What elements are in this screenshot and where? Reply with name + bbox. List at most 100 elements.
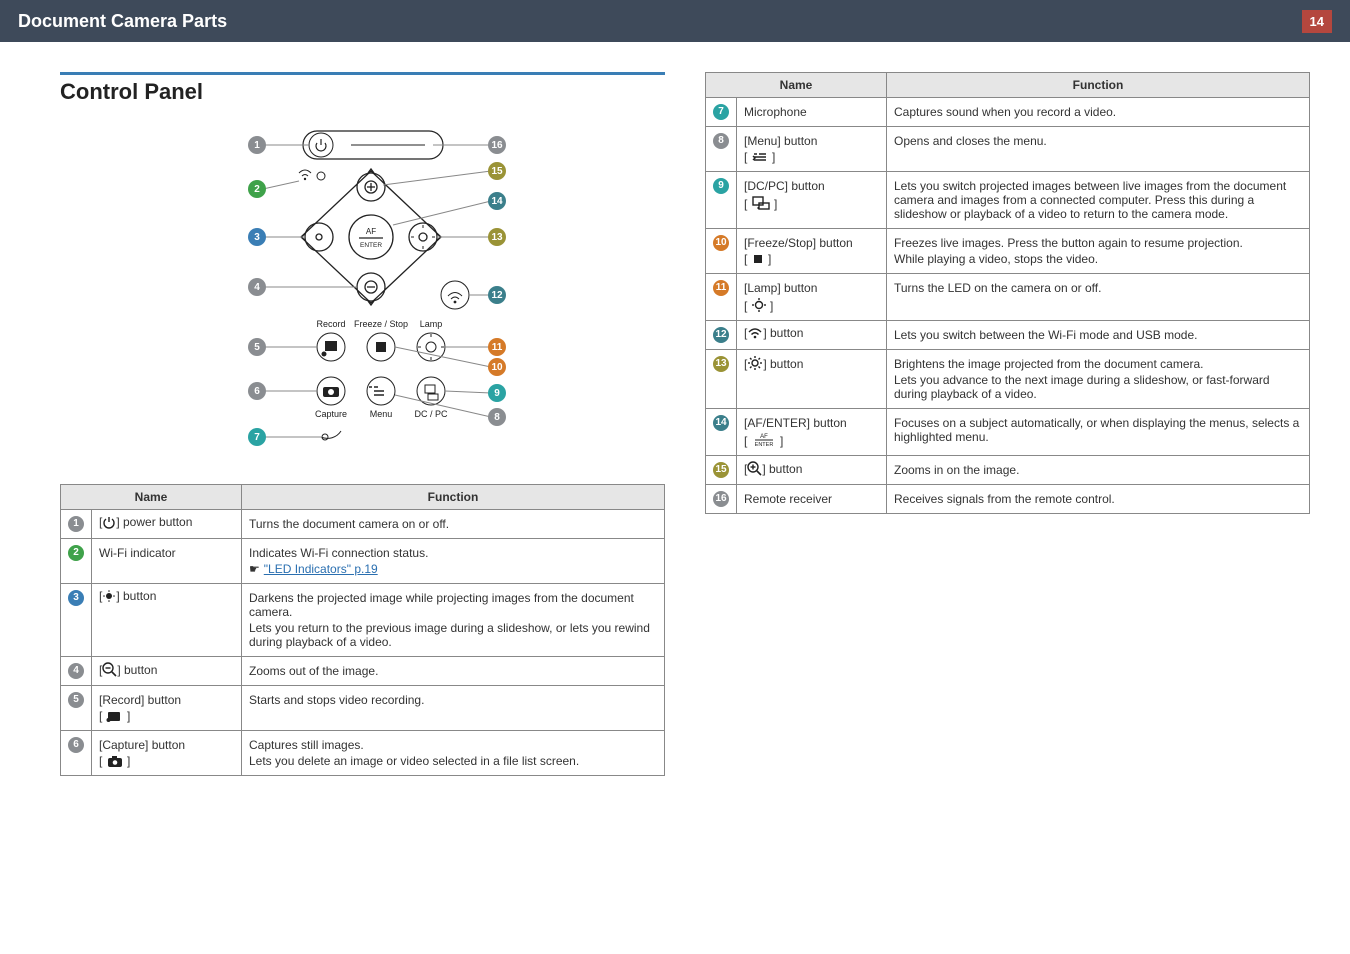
item-name: [] button	[737, 321, 887, 350]
svg-text:AF: AF	[365, 227, 375, 236]
item-name: [] button	[737, 456, 887, 485]
item-number-badge: 7	[713, 104, 729, 120]
svg-text:10: 10	[491, 362, 503, 373]
item-name: [DC/PC] button[ ]	[737, 172, 887, 229]
svg-text:8: 8	[494, 412, 500, 423]
item-number-badge: 11	[713, 280, 729, 296]
item-number-badge: 5	[68, 692, 84, 708]
item-function: Receives signals from the remote control…	[887, 485, 1310, 514]
table-row: 1 [] power buttonTurns the document camer…	[61, 510, 665, 539]
table-row: 6 [Capture] button[ ]Captures still image…	[61, 731, 665, 776]
page-header: Document Camera Parts 14	[0, 0, 1350, 42]
item-number-badge: 14	[713, 415, 729, 431]
table-row: 16 Remote receiverReceives signals from t…	[706, 485, 1310, 514]
table-row: 2 Wi-Fi indicatorIndicates Wi-Fi connecti…	[61, 539, 665, 584]
th-name-r: Name	[706, 73, 887, 98]
right-column: Name Function 7 MicrophoneCaptures sound …	[705, 72, 1310, 776]
svg-text:6: 6	[254, 386, 260, 397]
svg-text:13: 13	[491, 232, 503, 243]
item-function: Turns the document camera on or off.	[242, 510, 665, 539]
item-name: [Capture] button[ ]	[92, 731, 242, 776]
item-number-badge: 1	[68, 516, 84, 532]
item-function: Lets you switch between the Wi-Fi mode a…	[887, 321, 1310, 350]
item-function: Zooms out of the image.	[242, 657, 665, 686]
item-name: [] button	[92, 657, 242, 686]
item-function: Focuses on a subject automatically, or w…	[887, 409, 1310, 456]
item-function: Indicates Wi-Fi connection status.☛"LED …	[242, 539, 665, 584]
page-number: 14	[1302, 10, 1332, 33]
item-function: Captures sound when you record a video.	[887, 98, 1310, 127]
item-number-badge: 10	[713, 235, 729, 251]
table-row: 14[AF/ENTER] button[ AFENTER ]Focuses on…	[706, 409, 1310, 456]
svg-text:16: 16	[491, 140, 503, 151]
svg-text:Menu: Menu	[369, 409, 392, 419]
svg-text:9: 9	[494, 388, 500, 399]
table-row: 10[Freeze/Stop] button[ ]Freezes live im…	[706, 229, 1310, 274]
table-row: 8[Menu] button[ ]Opens and closes the me…	[706, 127, 1310, 172]
parts-table-left: Name Function 1 [] power buttonTurns the …	[60, 484, 665, 776]
item-name: [Lamp] button[ ]	[737, 274, 887, 321]
table-row: 9 [DC/PC] button[ ]Lets you switch projec…	[706, 172, 1310, 229]
pointer-icon: ☛	[249, 562, 260, 576]
item-function: Brightens the image projected from the d…	[887, 350, 1310, 409]
page-title: Document Camera Parts	[18, 11, 227, 32]
label-freeze: Freeze / Stop	[353, 319, 407, 329]
item-number-badge: 4	[68, 663, 84, 679]
item-function: Darkens the projected image while projec…	[242, 584, 665, 657]
label-record: Record	[316, 319, 345, 329]
svg-text:3: 3	[254, 232, 260, 243]
item-name: Wi-Fi indicator	[92, 539, 242, 584]
svg-text:11: 11	[491, 342, 502, 353]
item-number-badge: 3	[68, 590, 84, 606]
svg-text:5: 5	[254, 342, 260, 353]
th-function-r: Function	[887, 73, 1310, 98]
item-number-badge: 12	[713, 327, 729, 343]
parts-table-right: Name Function 7 MicrophoneCaptures sound …	[705, 72, 1310, 514]
item-number-badge: 6	[68, 737, 84, 753]
svg-text:2: 2	[254, 184, 260, 195]
item-number-badge: 8	[713, 133, 729, 149]
table-row: 11 [Lamp] button[ ]Turns the LED on the c…	[706, 274, 1310, 321]
table-row: 3 [] buttonDarkens the projected image wh…	[61, 584, 665, 657]
item-number-badge: 16	[713, 491, 729, 507]
table-row: 12 [] buttonLets you switch between the W…	[706, 321, 1310, 350]
control-panel-diagram: AF ENTER	[60, 115, 665, 468]
left-column: Control Panel	[60, 72, 665, 776]
section-title: Control Panel	[60, 79, 665, 105]
svg-text:ENTER: ENTER	[359, 242, 381, 249]
item-name: [Freeze/Stop] button[ ]	[737, 229, 887, 274]
item-name: [] power button	[92, 510, 242, 539]
svg-text:DC / PC: DC / PC	[414, 409, 448, 419]
item-number-badge: 13	[713, 356, 729, 372]
th-name: Name	[61, 485, 242, 510]
item-function: Lets you switch projected images between…	[887, 172, 1310, 229]
svg-text:12: 12	[491, 290, 503, 301]
item-number-badge: 9	[713, 178, 729, 194]
item-function: Captures still images.Lets you delete an…	[242, 731, 665, 776]
item-function: Opens and closes the menu.	[887, 127, 1310, 172]
section-rule	[60, 72, 665, 75]
item-function: Turns the LED on the camera on or off.	[887, 274, 1310, 321]
svg-text:7: 7	[254, 432, 260, 443]
table-row: 15[] buttonZooms in on the image.	[706, 456, 1310, 485]
item-name: [Record] button[ ]	[92, 686, 242, 731]
svg-text:15: 15	[491, 166, 503, 177]
table-row: 4 [] buttonZooms out of the image.	[61, 657, 665, 686]
svg-text:Capture: Capture	[314, 409, 346, 419]
item-function: Starts and stops video recording.	[242, 686, 665, 731]
item-name: [AF/ENTER] button[ AFENTER ]	[737, 409, 887, 456]
svg-text:1: 1	[254, 140, 260, 151]
svg-text:4: 4	[254, 282, 260, 293]
item-number-badge: 15	[713, 462, 729, 478]
item-name: Microphone	[737, 98, 887, 127]
svg-text:AF: AF	[760, 434, 768, 440]
table-row: 7 MicrophoneCaptures sound when you recor…	[706, 98, 1310, 127]
item-number-badge: 2	[68, 545, 84, 561]
item-name: Remote receiver	[737, 485, 887, 514]
svg-text:ENTER: ENTER	[754, 442, 773, 448]
th-function: Function	[242, 485, 665, 510]
led-indicators-link[interactable]: "LED Indicators" p.19	[264, 562, 378, 576]
table-row: 13 [] buttonBrightens the image projected…	[706, 350, 1310, 409]
item-name: [] button	[737, 350, 887, 409]
item-name: [] button	[92, 584, 242, 657]
